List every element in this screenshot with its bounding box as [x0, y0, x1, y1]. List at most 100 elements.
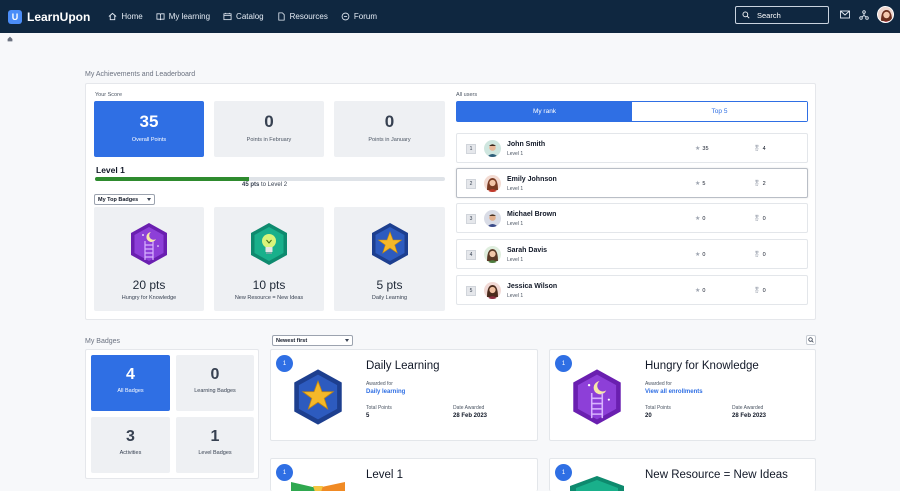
user-points-value: 0 — [702, 251, 706, 258]
user-avatar-icon — [484, 175, 501, 192]
badge-icon: 🎖︎ — [753, 288, 761, 294]
all-badges-label: All Badges — [117, 388, 144, 394]
breadcrumb-home-icon[interactable] — [7, 36, 13, 42]
chevron-down-icon — [345, 339, 349, 342]
leaderboard-row[interactable]: 4 Sarah Davis Level 1 ★ 0 🎖︎ 0 — [456, 239, 808, 269]
nav-catalog[interactable]: Catalog — [223, 12, 264, 21]
badge-detail-card[interactable]: 1 Hungry for Knowledge Awarded for View … — [549, 349, 816, 441]
leaderboard-row[interactable]: 1 John Smith Level 1 ★ 35 🎖︎ 4 — [456, 133, 808, 163]
star-icon: ★ — [695, 181, 701, 187]
badge-icon: 🎖︎ — [753, 216, 761, 222]
awarded-for-link[interactable]: View all enrollments — [645, 389, 703, 395]
logo[interactable]: U LearnUpon — [8, 9, 90, 24]
points-to-next-text: to Level 2 — [261, 182, 288, 188]
points-february-label: Points in February — [246, 137, 292, 143]
logo-icon: U — [8, 9, 22, 24]
level-badges-value: 1 — [210, 428, 220, 445]
user-avatar[interactable] — [877, 6, 894, 23]
top-badges-dropdown-label: My Top Badges — [98, 196, 139, 203]
user-avatar-icon — [878, 7, 893, 22]
learning-badges-card[interactable]: 0 Learning Badges — [176, 355, 254, 411]
badges-section-title: My Badges — [85, 338, 121, 345]
user-avatar-icon — [484, 282, 501, 299]
chevron-down-icon — [147, 198, 151, 201]
badge-detail-card[interactable]: 1 Daily Learning Awarded for Daily learn… — [270, 349, 538, 441]
sort-dropdown[interactable]: Newest first — [272, 335, 353, 346]
activities-label: Activities — [119, 450, 142, 456]
top-navigation-bar: U LearnUpon Home My learning Catalog Res… — [0, 0, 900, 33]
tab-top-5[interactable]: Top 5 — [632, 102, 807, 121]
user-badges-value: 0 — [762, 287, 766, 294]
user-points: ★ 0 — [695, 287, 705, 295]
main-nav: Home My learning Catalog Resources Forum — [108, 12, 390, 21]
points-january-card: 0 Points in January — [334, 101, 445, 157]
network-icon[interactable] — [859, 10, 869, 20]
top-badges-dropdown[interactable]: My Top Badges — [94, 194, 155, 205]
total-points-label: Total Points — [366, 405, 392, 411]
leaderboard-row[interactable]: 5 Jessica Wilson Level 1 ★ 0 🎖︎ 0 — [456, 275, 808, 305]
search-box[interactable] — [735, 6, 829, 24]
search-input[interactable] — [757, 10, 817, 20]
user-avatar-icon — [484, 246, 501, 263]
activities-value: 3 — [126, 428, 135, 445]
activities-card[interactable]: 3 Activities — [91, 417, 170, 473]
top-badge-card-2[interactable]: 10 pts New Resource = New Ideas — [214, 207, 324, 311]
badges-search-button[interactable] — [806, 335, 816, 345]
rank-number: 4 — [466, 250, 476, 260]
user-avatar-icon — [484, 140, 501, 157]
user-badges: 🎖︎ 0 — [753, 287, 766, 295]
top-badge-card-3[interactable]: 5 pts Daily Learning — [334, 207, 445, 311]
badge-title: New Resource = New Ideas — [645, 469, 788, 481]
achievements-section-title: My Achievements and Leaderboard — [85, 71, 196, 78]
leaderboard-filter-label[interactable]: All users — [456, 92, 477, 98]
rank-number: 1 — [466, 144, 476, 154]
user-level: Level 1 — [507, 186, 524, 192]
user-level: Level 1 — [507, 221, 524, 227]
tab-my-rank[interactable]: My rank — [457, 102, 632, 121]
badge-icon: 🎖︎ — [753, 181, 761, 187]
top-badge-card-1[interactable]: 20 pts Hungry for Knowledge — [94, 207, 204, 311]
nav-resources[interactable]: Resources — [277, 12, 328, 21]
user-name: Michael Brown — [507, 211, 557, 218]
top-badge-name-3: Daily Learning — [371, 295, 408, 301]
nav-my-learning[interactable]: My learning — [156, 12, 210, 21]
date-awarded-label: Date Awarded — [732, 405, 764, 411]
star-icon: ★ — [695, 288, 701, 294]
awarded-for-label: Awarded for — [645, 381, 672, 387]
nav-my-learning-label: My learning — [168, 12, 211, 21]
badge-icon: 🎖︎ — [753, 146, 761, 152]
user-badges: 🎖︎ 0 — [753, 251, 766, 259]
star-badge-icon — [371, 223, 408, 265]
learning-badges-label: Learning Badges — [194, 388, 236, 394]
nav-forum[interactable]: Forum — [341, 12, 377, 21]
user-level: Level 1 — [507, 151, 524, 157]
user-avatar-icon — [484, 210, 501, 227]
user-points-value: 0 — [702, 215, 706, 222]
leaderboard-row[interactable]: 2 Emily Johnson Level 1 ★ 5 🎖︎ 2 — [456, 168, 808, 198]
user-name: Jessica Wilson — [507, 283, 558, 290]
badge-count: 1 — [276, 464, 293, 481]
leaderboard-row[interactable]: 3 Michael Brown Level 1 ★ 0 🎖︎ 0 — [456, 203, 808, 233]
level-badges-card[interactable]: 1 Level Badges — [176, 417, 254, 473]
nav-home[interactable]: Home — [108, 12, 143, 21]
badge-detail-card[interactable]: 1 Level 1 — [270, 458, 538, 491]
total-points-value: 5 — [366, 413, 370, 419]
level-badge-icon — [291, 482, 345, 491]
top-badge-name-1: Hungry for Knowledge — [121, 295, 177, 301]
user-name: John Smith — [507, 141, 546, 148]
all-badges-card[interactable]: 4 All Badges — [91, 355, 170, 411]
catalog-icon — [223, 12, 232, 21]
awarded-for-link[interactable]: Daily learning — [366, 389, 405, 395]
date-awarded-value: 28 Feb 2023 — [732, 413, 767, 419]
badge-detail-card[interactable]: 1 New Resource = New Ideas — [549, 458, 816, 491]
date-awarded-value: 28 Feb 2023 — [453, 413, 488, 419]
mail-icon[interactable] — [840, 10, 850, 19]
badge-title: Daily Learning — [366, 360, 440, 372]
user-badges-value: 0 — [762, 215, 766, 222]
search-icon — [808, 337, 814, 343]
overall-points-label: Overall Points — [131, 137, 167, 143]
file-icon — [278, 12, 285, 21]
user-name: Sarah Davis — [507, 247, 548, 254]
user-badges-value: 4 — [762, 145, 766, 152]
top-badge-points-3: 5 pts — [376, 278, 403, 292]
